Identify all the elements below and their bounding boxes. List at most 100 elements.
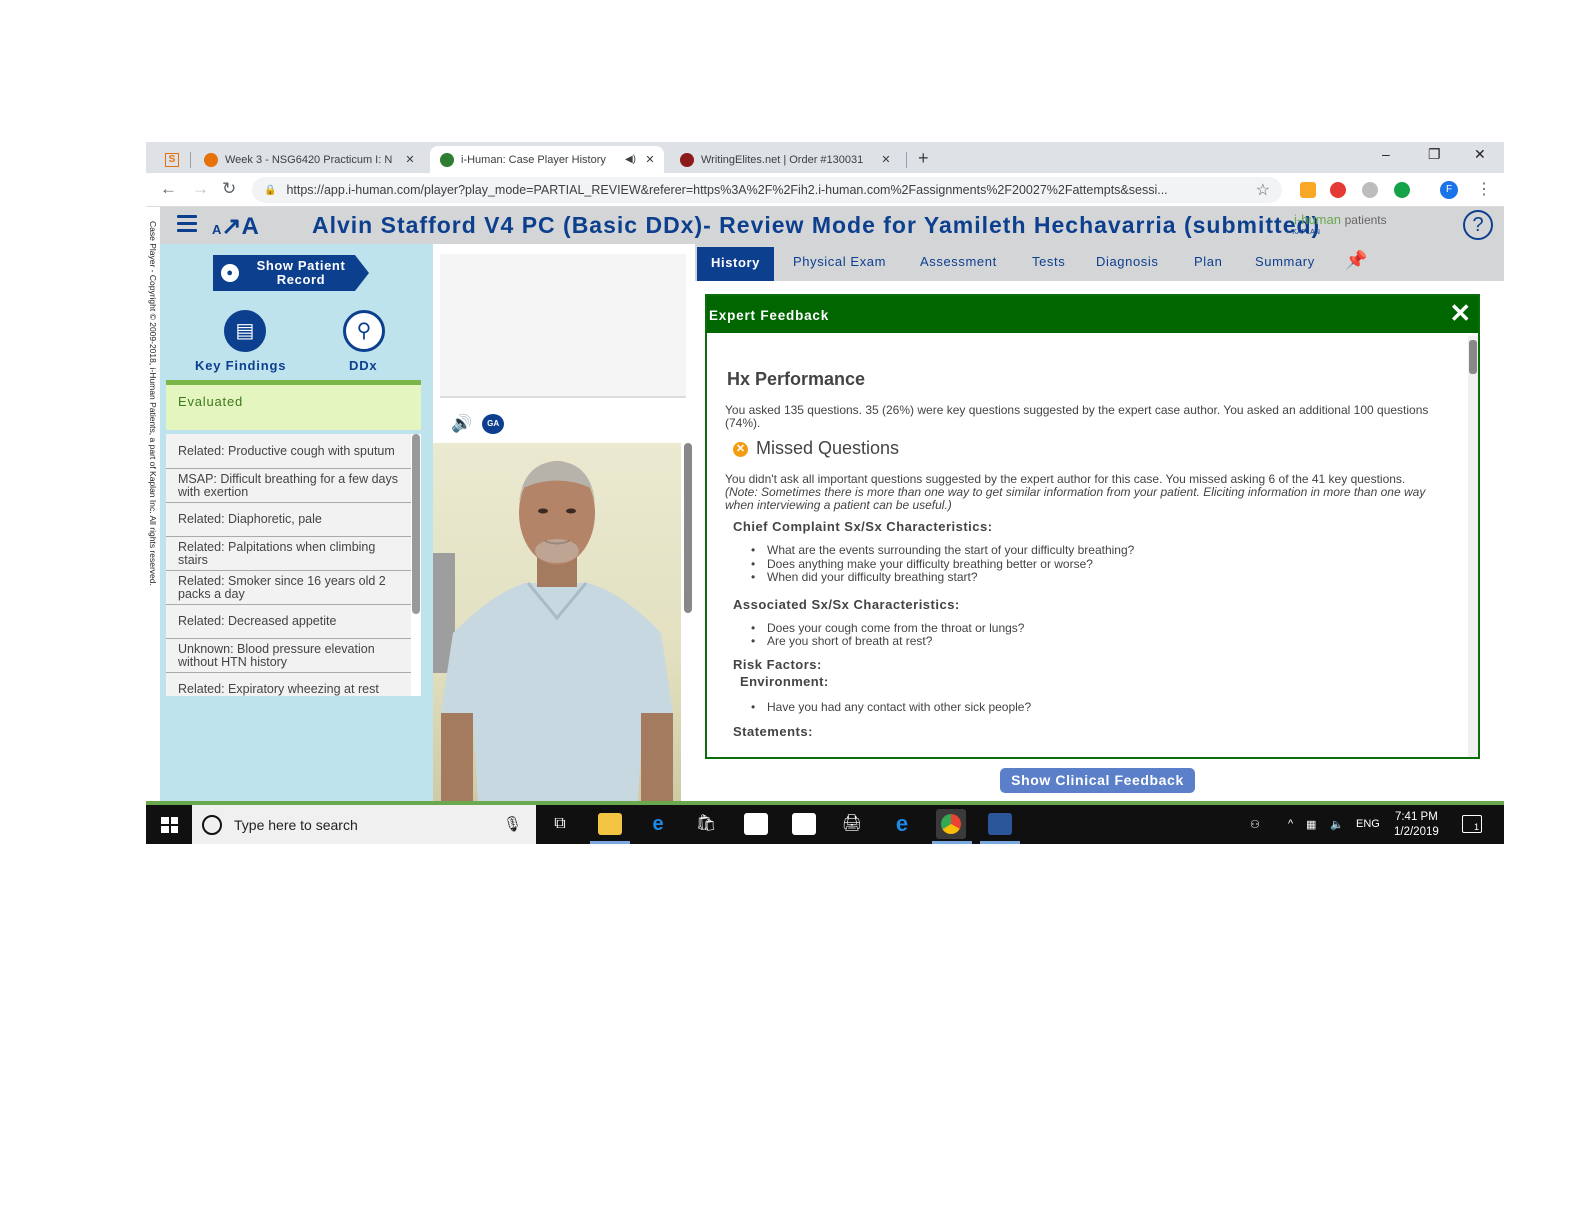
microphone-icon[interactable]: 🎙 <box>503 815 522 833</box>
forward-arrow-icon[interactable]: → <box>192 179 209 199</box>
media-controls: 🔊 GA <box>451 414 505 434</box>
minimize-button[interactable]: – <box>1382 146 1390 162</box>
pin-icon[interactable]: 📌 <box>1345 250 1367 271</box>
finding-item[interactable]: MSAP: Difficult breathing for a few days… <box>166 469 411 503</box>
security-app-icon[interactable] <box>744 813 768 835</box>
network-icon[interactable]: ▦ <box>1306 818 1316 831</box>
tab-audio-icon[interactable]: ◀) <box>625 154 636 165</box>
question-item: Does your cough come from the throat or … <box>751 621 1467 636</box>
back-arrow-icon[interactable]: ← <box>160 179 177 199</box>
ga-icon[interactable]: GA <box>482 414 505 434</box>
taskbar-search[interactable]: Type here to search 🎙 <box>192 805 536 844</box>
restore-button[interactable]: ❐ <box>1428 146 1441 163</box>
tab-assessment[interactable]: Assessment <box>920 254 997 269</box>
finding-item[interactable]: Related: Expiratory wheezing at rest <box>166 673 411 696</box>
address-bar[interactable]: 🔒 https://app.i-human.com/player?play_mo… <box>252 177 1282 203</box>
active-indicator <box>590 841 630 844</box>
store-icon[interactable]: 🛍 <box>694 813 718 835</box>
section-tabs: History Physical Exam Assessment Tests D… <box>695 244 1504 281</box>
magnifier-icon[interactable]: ⚲ <box>343 310 385 352</box>
tab-close-icon[interactable]: ✕ <box>642 153 658 166</box>
windows-start-icon[interactable] <box>161 817 178 833</box>
finding-item[interactable]: Unknown: Blood pressure elevation withou… <box>166 639 411 673</box>
tab-writingelites[interactable]: WritingElites.net | Order #130031 ✕ <box>670 146 900 173</box>
grammarly-icon[interactable] <box>1394 182 1410 198</box>
tab-diagnosis[interactable]: Diagnosis <box>1096 254 1159 269</box>
new-tab-button[interactable]: + <box>918 148 929 169</box>
app-header: A↗A Alvin Stafford V4 PC (Basic DDx)- Re… <box>160 207 1504 244</box>
help-button[interactable]: ? <box>1463 210 1493 240</box>
tab-tests[interactable]: Tests <box>1032 254 1065 269</box>
search-placeholder: Type here to search <box>234 816 358 833</box>
profile-avatar[interactable]: F <box>1440 181 1458 199</box>
taskbar-clock[interactable]: 7:41 PM 1/2/2019 <box>1394 810 1439 840</box>
internet-explorer-icon[interactable]: e <box>890 813 914 835</box>
active-indicator <box>980 841 1020 844</box>
tab-physical-exam[interactable]: Physical Exam <box>793 254 886 269</box>
people-icon[interactable]: ⚇ <box>1250 818 1260 831</box>
extension-icon[interactable] <box>1362 182 1378 198</box>
finding-item[interactable]: Related: Smoker since 16 years old 2 pac… <box>166 571 411 605</box>
edge-icon[interactable]: e <box>646 813 670 835</box>
ddx-label[interactable]: DDx <box>349 358 377 373</box>
chrome-taskbar-button[interactable] <box>936 809 966 839</box>
finding-item[interactable]: Related: Diaphoretic, pale <box>166 503 411 537</box>
statements-title: Statements: <box>733 724 813 739</box>
tab-history[interactable]: History <box>697 247 774 281</box>
risk-factors-title: Risk Factors: <box>733 656 822 672</box>
show-clinical-feedback-button[interactable]: Show Clinical Feedback <box>1000 768 1195 793</box>
speaker-icon[interactable]: 🔊 <box>451 414 472 434</box>
tab-ihuman[interactable]: i-Human: Case Player History ◀) ✕ <box>430 146 664 173</box>
tab-close-icon[interactable]: ✕ <box>402 153 418 166</box>
clipboard-icon[interactable]: ▤ <box>224 310 266 352</box>
tray-expand-icon[interactable]: ^ <box>1288 818 1293 830</box>
feedback-scroll-track[interactable] <box>1468 336 1478 757</box>
right-arm <box>641 713 673 801</box>
tab-title: i-Human: Case Player History <box>461 153 606 166</box>
notification-icon[interactable]: 1 <box>1462 815 1482 833</box>
extension-icon[interactable] <box>1300 182 1316 198</box>
key-findings-label[interactable]: Key Findings <box>195 358 286 373</box>
screen: S Week 3 - NSG6420 Practicum I: N ✕ i-Hu… <box>146 142 1504 844</box>
hamburger-menu-icon[interactable] <box>177 215 197 233</box>
finding-item[interactable]: Related: Productive cough with sputum <box>166 434 411 469</box>
show-patient-record-button[interactable]: ● Show Patient Record <box>213 255 369 291</box>
bookmark-star-icon[interactable]: ☆ <box>1256 180 1270 200</box>
font-size-icon[interactable]: A↗A <box>212 212 259 241</box>
language-indicator[interactable]: ENG <box>1356 818 1380 830</box>
browser-toolbar: ← → ↻ 🔒 https://app.i-human.com/player?p… <box>146 173 1504 207</box>
pinned-tab-icon: S <box>165 152 179 167</box>
middle-scrollbar[interactable] <box>684 443 692 613</box>
reload-icon[interactable]: ↻ <box>222 179 236 199</box>
finding-item[interactable]: Related: Decreased appetite <box>166 605 411 639</box>
case-title: Alvin Stafford V4 PC (Basic DDx)- Review… <box>312 212 1321 238</box>
hx-performance-text: You asked 135 questions. 35 (26%) were k… <box>725 403 1429 430</box>
finding-item[interactable]: Related: Palpitations when climbing stai… <box>166 537 411 571</box>
opera-extension-icon[interactable] <box>1330 182 1346 198</box>
tab-summary[interactable]: Summary <box>1255 254 1315 269</box>
volume-icon[interactable]: 🔈 <box>1330 818 1344 831</box>
close-icon[interactable]: ✕ <box>1449 298 1472 329</box>
file-explorer-icon[interactable] <box>598 813 622 835</box>
font-size-large: A <box>241 213 259 240</box>
close-window-button[interactable]: ✕ <box>1474 146 1486 163</box>
tab-plan[interactable]: Plan <box>1194 254 1222 269</box>
tab-week3[interactable]: Week 3 - NSG6420 Practicum I: N ✕ <box>194 146 424 173</box>
missed-questions-heading: ✕ Missed Questions <box>733 438 1467 459</box>
fax-icon[interactable]: 🖨 <box>840 813 864 835</box>
missed-questions-text: You didn't ask all important questions s… <box>725 473 1435 512</box>
clock-time: 7:41 PM <box>1394 811 1438 823</box>
pinned-tab[interactable]: S <box>160 146 186 173</box>
chrome-menu-icon[interactable]: ⋮ <box>1476 179 1492 199</box>
photos-icon[interactable] <box>792 813 816 835</box>
feedback-scroll-thumb[interactable] <box>1469 340 1477 374</box>
tab-close-icon[interactable]: ✕ <box>878 153 894 166</box>
left-panel: ● Show Patient Record ▤ Key Findings ⚲ D… <box>160 244 433 801</box>
findings-scrollbar[interactable] <box>412 434 420 614</box>
word-icon[interactable] <box>988 813 1012 835</box>
question-item: Are you short of breath at rest? <box>751 634 1467 649</box>
patient-figure <box>433 461 673 801</box>
associated-questions-list: Does your cough come from the throat or … <box>751 621 1467 649</box>
task-view-icon[interactable]: ⧉ <box>548 813 572 835</box>
expert-feedback-header: Expert Feedback ✕ <box>707 296 1478 333</box>
